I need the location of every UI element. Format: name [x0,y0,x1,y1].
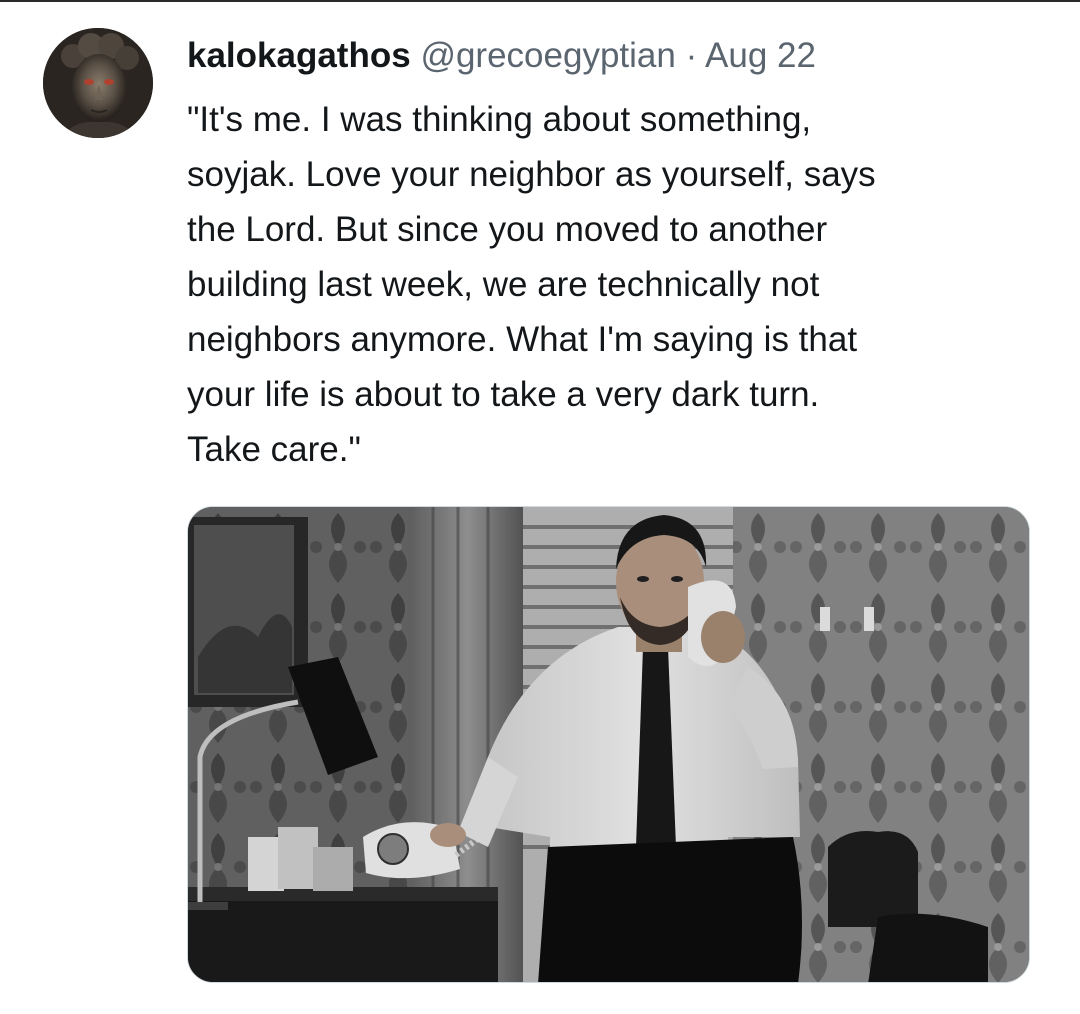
tweet-text: "It's me. I was thinking about something… [187,100,876,469]
tweet[interactable]: kalokagathos @grecoegyptian · Aug 22 "It… [0,0,1080,1014]
bronze-bust-icon [43,28,153,138]
man-on-telephone-photo-icon [188,507,1029,982]
author-name[interactable]: kalokagathos [187,36,411,75]
separator-dot: · [685,36,698,75]
tweet-header: kalokagathos @grecoegyptian · Aug 22 [187,34,816,78]
author-handle[interactable]: @grecoegyptian [420,36,675,75]
tweet-media[interactable] [187,506,1030,983]
avatar[interactable] [43,28,153,138]
tweet-date[interactable]: Aug 22 [705,36,816,75]
